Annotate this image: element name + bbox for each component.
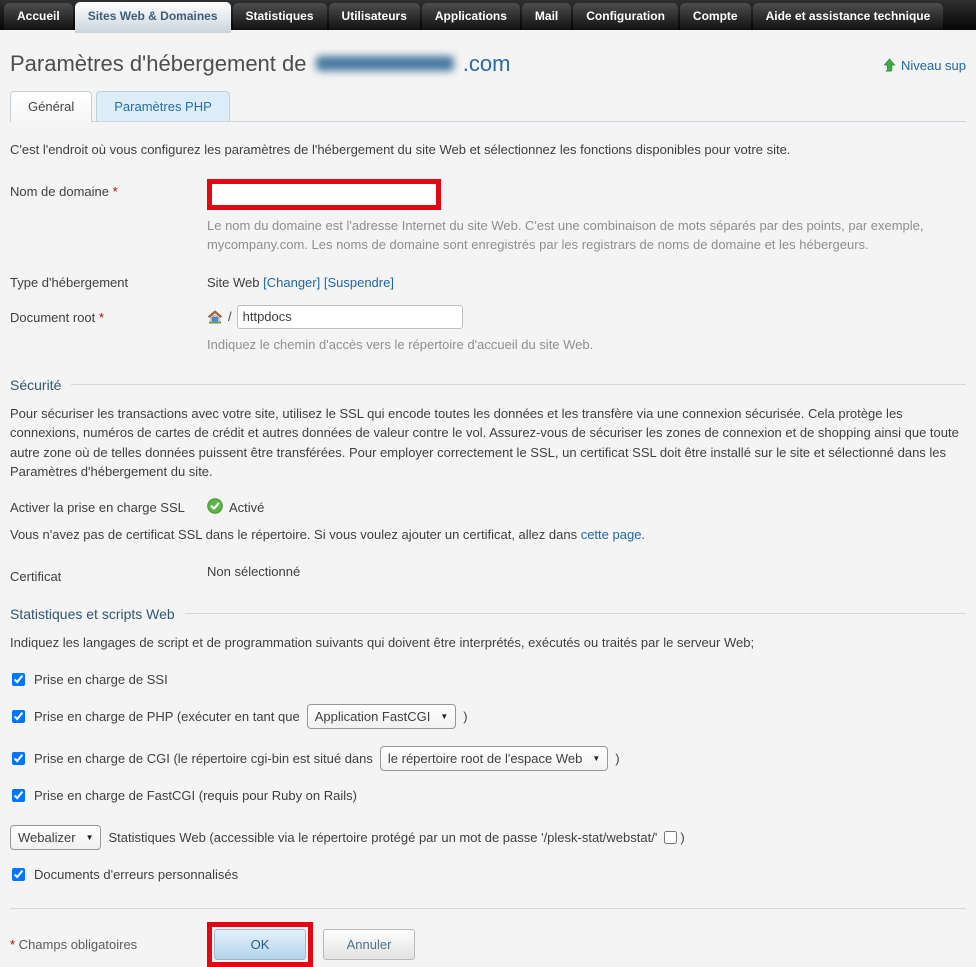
- hosting-type-suspend-link[interactable]: [Suspendre]: [324, 275, 394, 290]
- certificate-value: Non sélectionné: [207, 564, 300, 584]
- certificate-page-link[interactable]: cette page: [581, 527, 642, 542]
- intro-text: C'est l'endroit où vous configurez les p…: [10, 142, 966, 157]
- ssl-status-text: Activé: [229, 500, 264, 515]
- nav-tab-compte[interactable]: Compte: [680, 3, 751, 30]
- custom-error-docs-checkbox[interactable]: [12, 868, 25, 881]
- ssl-support-label: Activer la prise en charge SSL: [10, 500, 207, 515]
- domain-name-hint: Le nom du domaine est l'adresse Internet…: [207, 217, 952, 255]
- document-root-hint: Indiquez le chemin d'accès vers le réper…: [207, 336, 593, 355]
- fastcgi-support-checkbox[interactable]: [12, 789, 25, 802]
- page-title-prefix: Paramètres d'hébergement de: [10, 51, 306, 76]
- title-row: Paramètres d'hébergement de .com Niveau …: [10, 51, 966, 77]
- certificate-note: Vous n'avez pas de certificat SSL dans l…: [10, 527, 966, 542]
- annotation-rectangle-ok: OK: [207, 922, 313, 967]
- page-title: Paramètres d'hébergement de .com: [10, 51, 510, 77]
- document-root-input[interactable]: [237, 305, 463, 329]
- protected-directory-checkbox[interactable]: [664, 831, 677, 844]
- hosting-type-value: Site Web: [207, 275, 260, 290]
- hosting-type-change-link[interactable]: [Changer]: [263, 275, 320, 290]
- nav-tab-accueil[interactable]: Accueil: [4, 3, 73, 30]
- chevron-down-icon: ▼: [440, 712, 448, 721]
- path-separator: /: [228, 309, 232, 324]
- section-divider: [71, 384, 966, 385]
- cancel-button[interactable]: Annuler: [323, 929, 415, 960]
- security-section-heading: Sécurité: [10, 377, 966, 393]
- nav-tab-aide[interactable]: Aide et assistance technique: [753, 3, 944, 30]
- nav-tab-configuration[interactable]: Configuration: [573, 3, 678, 30]
- php-support-label: Prise en charge de PHP (exécuter en tant…: [34, 709, 300, 724]
- php-handler-select[interactable]: Application FastCGI ▼: [307, 704, 457, 729]
- hosting-type-label: Type d'hébergement: [10, 270, 207, 290]
- custom-error-docs-row: Documents d'erreurs personnalisés: [10, 867, 966, 882]
- ssi-support-label: Prise en charge de SSI: [34, 672, 168, 687]
- required-fields-note: * Champs obligatoires: [10, 937, 207, 952]
- tab-general[interactable]: Général: [10, 91, 92, 122]
- document-root-row: Document root * / Indiquez le chemin d'a…: [10, 305, 966, 355]
- chevron-down-icon: ▼: [592, 754, 600, 763]
- cgi-bin-location-select[interactable]: le répertoire root de l'espace Web ▼: [380, 746, 608, 771]
- php-support-checkbox[interactable]: [12, 710, 25, 723]
- domain-name-input[interactable]: [212, 184, 436, 205]
- ssi-support-checkbox[interactable]: [12, 673, 25, 686]
- stats-description: Indiquez les langages de script et de pr…: [10, 633, 966, 653]
- ssl-support-row: Activer la prise en charge SSL Activé: [10, 498, 966, 517]
- domain-redacted: [316, 56, 454, 71]
- domain-name-row: Nom de domaine * Le nom du domaine est l…: [10, 179, 966, 255]
- nav-tab-utilisateurs[interactable]: Utilisateurs: [329, 3, 420, 30]
- footer-divider: [10, 908, 966, 909]
- security-description: Pour sécuriser les transactions avec vot…: [10, 404, 966, 482]
- hosting-type-row: Type d'hébergement Site Web [Changer] [S…: [10, 270, 966, 290]
- ok-button[interactable]: OK: [214, 929, 306, 960]
- section-divider: [185, 613, 966, 614]
- annotation-rectangle-domain: [207, 179, 441, 210]
- certificate-row: Certificat Non sélectionné: [10, 564, 966, 584]
- cgi-support-checkbox[interactable]: [12, 752, 25, 765]
- certificate-label: Certificat: [10, 564, 207, 584]
- required-asterisk: *: [99, 310, 104, 325]
- required-asterisk: *: [113, 184, 118, 199]
- cgi-support-label: Prise en charge de CGI (le répertoire cg…: [34, 751, 373, 766]
- domain-name-label: Nom de domaine *: [10, 179, 207, 199]
- nav-tab-applications[interactable]: Applications: [422, 3, 520, 30]
- web-statistics-row: Webalizer ▼ Statistiques Web (accessible…: [10, 825, 966, 850]
- chevron-down-icon: ▼: [86, 833, 94, 842]
- home-folder-icon: [207, 309, 223, 325]
- web-statistics-select[interactable]: Webalizer ▼: [10, 825, 101, 850]
- fastcgi-support-row: Prise en charge de FastCGI (requis pour …: [10, 788, 966, 803]
- stats-section-heading: Statistiques et scripts Web: [10, 606, 966, 622]
- ssi-support-row: Prise en charge de SSI: [10, 672, 966, 687]
- web-statistics-label: Statistiques Web (accessible via le répe…: [108, 830, 657, 845]
- custom-error-docs-label: Documents d'erreurs personnalisés: [34, 867, 238, 882]
- document-root-label: Document root *: [10, 305, 207, 325]
- nav-tab-mail[interactable]: Mail: [522, 3, 571, 30]
- php-support-row: Prise en charge de PHP (exécuter en tant…: [10, 704, 966, 729]
- level-up-label: Niveau sup: [901, 58, 966, 73]
- status-enabled-icon: [207, 498, 223, 517]
- fastcgi-support-label: Prise en charge de FastCGI (requis pour …: [34, 788, 357, 803]
- level-up-icon: [882, 58, 897, 73]
- cgi-support-row: Prise en charge de CGI (le répertoire cg…: [10, 746, 966, 771]
- tab-parametres-php[interactable]: Paramètres PHP: [96, 91, 230, 121]
- settings-tabs: Général Paramètres PHP: [10, 91, 966, 122]
- nav-tab-sites-web-domaines[interactable]: Sites Web & Domaines: [75, 2, 231, 33]
- domain-suffix: .com: [463, 51, 511, 76]
- nav-tab-statistiques[interactable]: Statistiques: [233, 3, 327, 30]
- level-up-link[interactable]: Niveau sup: [882, 58, 966, 73]
- footer-actions: * Champs obligatoires OK Annuler: [10, 922, 966, 967]
- top-navigation: Accueil Sites Web & Domaines Statistique…: [0, 0, 976, 30]
